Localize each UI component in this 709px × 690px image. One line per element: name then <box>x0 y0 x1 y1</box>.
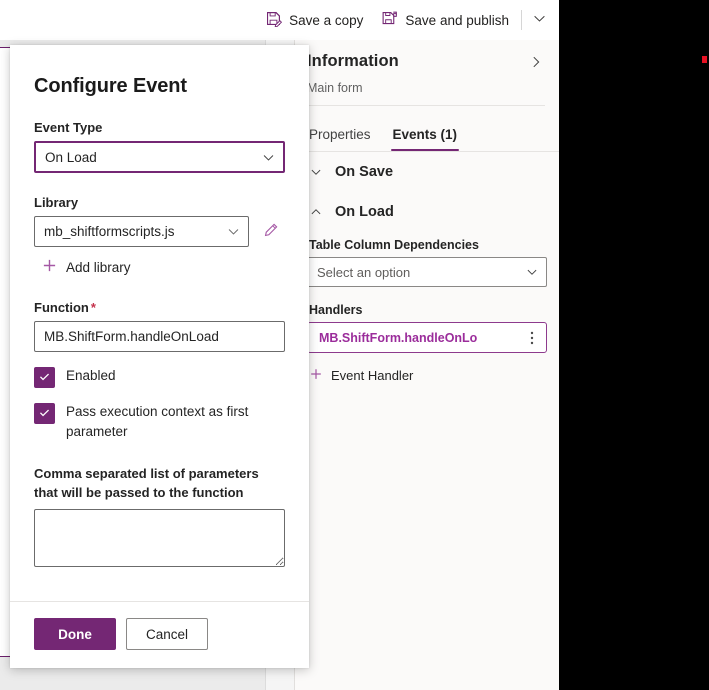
more-vertical-icon[interactable] <box>522 326 542 350</box>
section-on-load-header[interactable]: On Load <box>307 192 547 232</box>
chevron-down-icon <box>526 258 538 286</box>
cursor-marker <box>702 56 707 63</box>
cancel-button[interactable]: Cancel <box>126 618 208 650</box>
add-library-label: Add library <box>66 259 131 275</box>
tab-properties[interactable]: Properties <box>307 123 373 151</box>
panel-title: Information <box>307 52 399 70</box>
dialog-footer: Done Cancel <box>10 601 309 668</box>
pass-execution-context-label: Pass execution context as first paramete… <box>66 404 249 439</box>
chevron-down-icon <box>227 217 240 246</box>
command-bar: Save a copy Save and publish <box>0 0 559 40</box>
handler-item[interactable]: MB.ShiftForm.handleOnLo <box>307 322 547 353</box>
library-label: Library <box>34 195 79 210</box>
table-column-dependencies-select[interactable]: Select an option <box>307 257 547 287</box>
save-a-copy-button[interactable]: Save a copy <box>256 4 372 36</box>
check-icon <box>38 406 51 422</box>
enabled-label: Enabled <box>66 368 116 383</box>
parameters-textarea[interactable] <box>34 509 285 567</box>
table-column-dependencies-label: Table Column Dependencies <box>309 238 479 252</box>
add-library-button[interactable]: Add library <box>34 258 285 276</box>
parameters-label: Comma separated list of parameters that … <box>34 466 259 500</box>
dialog-content: Configure Event Event Type On Load Libra… <box>10 45 309 601</box>
chevron-right-icon <box>529 55 543 72</box>
add-event-handler-button[interactable]: Event Handler <box>307 367 547 384</box>
add-event-handler-label: Event Handler <box>331 368 414 383</box>
library-value: mb_shiftformscripts.js <box>44 224 175 239</box>
handlers-label: Handlers <box>309 303 363 317</box>
plus-icon <box>309 367 323 384</box>
section-on-save-header[interactable]: On Save <box>307 152 547 192</box>
check-icon <box>38 370 51 386</box>
command-bar-overflow-button[interactable] <box>525 4 553 36</box>
chevron-down-icon <box>262 143 275 171</box>
table-column-dependencies-value: Select an option <box>317 264 411 280</box>
save-publish-icon <box>381 10 398 30</box>
pass-execution-context-checkbox[interactable] <box>34 403 55 424</box>
chevron-down-icon <box>533 12 546 28</box>
panel-header: Information Main form <box>295 40 559 114</box>
save-and-publish-button[interactable]: Save and publish <box>372 4 518 36</box>
configure-event-dialog: Configure Event Event Type On Load Libra… <box>10 45 309 668</box>
panel-body: On Save On Load Table Column Dependencie… <box>295 152 559 384</box>
command-bar-divider <box>521 10 522 30</box>
app-root: Save a copy Save and publish Information… <box>0 0 709 690</box>
tab-events[interactable]: Events (1) <box>390 123 460 151</box>
plus-icon <box>42 258 57 276</box>
chevron-up-icon <box>310 206 322 218</box>
enabled-checkbox[interactable] <box>34 367 55 388</box>
panel-collapse-button[interactable] <box>527 54 545 72</box>
panel-tabs: Properties Events (1) <box>295 114 559 152</box>
pass-execution-context-checkbox-row[interactable]: Pass execution context as first paramete… <box>34 402 285 442</box>
save-copy-icon <box>265 10 283 30</box>
handler-name: MB.ShiftForm.handleOnLo <box>319 330 478 345</box>
done-button[interactable]: Done <box>34 618 116 650</box>
save-a-copy-label: Save a copy <box>289 12 364 28</box>
event-type-value: On Load <box>45 149 97 165</box>
pencil-icon <box>262 222 279 242</box>
panel-header-divider <box>307 105 545 106</box>
dialog-title: Configure Event <box>34 75 187 97</box>
library-select[interactable]: mb_shiftformscripts.js <box>34 216 249 247</box>
function-label: Function * <box>34 300 285 315</box>
section-on-load-title: On Load <box>335 204 394 220</box>
save-and-publish-label: Save and publish <box>405 12 509 28</box>
chevron-down-icon <box>310 166 322 178</box>
enabled-checkbox-row[interactable]: Enabled <box>34 366 285 388</box>
section-on-save-title: On Save <box>335 164 394 180</box>
required-indicator: * <box>90 300 96 315</box>
panel-subtitle: Main form <box>307 81 363 95</box>
event-type-select[interactable]: On Load <box>34 141 285 173</box>
event-type-label: Event Type <box>34 120 103 135</box>
function-input[interactable] <box>34 321 285 352</box>
screen-right-gutter <box>559 0 709 690</box>
edit-library-button[interactable] <box>259 221 281 243</box>
library-row: mb_shiftformscripts.js <box>34 216 285 247</box>
properties-panel: Information Main form Properties Events … <box>294 40 559 690</box>
function-label-text: Function <box>34 300 89 315</box>
